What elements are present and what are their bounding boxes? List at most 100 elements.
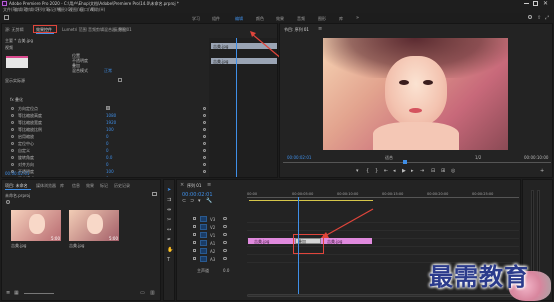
transform-row-value[interactable]: 0 bbox=[106, 141, 109, 146]
stopwatch-icon[interactable] bbox=[11, 156, 14, 159]
track-lock-icon[interactable] bbox=[193, 257, 196, 260]
reset-keyframe-icon[interactable] bbox=[203, 128, 206, 131]
track-target-button[interactable] bbox=[200, 232, 207, 238]
transform-row-value[interactable]: 0 bbox=[106, 162, 109, 167]
tab-effects[interactable]: 效果 bbox=[86, 183, 94, 189]
reset-keyframe-icon[interactable] bbox=[203, 142, 206, 145]
reset-keyframe-icon[interactable] bbox=[203, 149, 206, 152]
zoom-slider[interactable] bbox=[24, 293, 54, 294]
track-mute-icon[interactable] bbox=[223, 241, 227, 244]
tab-lumetri-scopes[interactable]: Lumetri 范围 bbox=[62, 27, 87, 33]
extract-icon[interactable]: ⊞ bbox=[441, 169, 445, 174]
timeline-sequence-tab[interactable]: 序列 01 bbox=[187, 183, 201, 189]
type-tool-icon[interactable]: T bbox=[167, 258, 170, 263]
transform-row-value[interactable]: 1920 bbox=[106, 120, 116, 125]
fullscreen-icon[interactable]: ⤢ bbox=[545, 15, 549, 21]
workspace-learn[interactable]: 学习 bbox=[192, 16, 200, 22]
program-zoom[interactable]: 适合 bbox=[385, 155, 393, 161]
track-target-button[interactable] bbox=[200, 240, 207, 246]
track-mute-icon[interactable] bbox=[223, 249, 227, 252]
step-forward-icon[interactable]: ▸ bbox=[411, 169, 414, 174]
workspace-effects[interactable]: 效果 bbox=[276, 16, 284, 22]
track-lock-icon[interactable] bbox=[193, 225, 196, 228]
timeline-close-icon[interactable]: × bbox=[180, 182, 184, 188]
workspace-editing[interactable]: 编辑 bbox=[235, 16, 243, 22]
reset-keyframe-icon[interactable] bbox=[203, 177, 206, 178]
project-item-2[interactable]: 5:00 bbox=[69, 210, 119, 241]
show-source-checkbox[interactable] bbox=[118, 78, 122, 82]
stopwatch-icon[interactable] bbox=[11, 177, 14, 178]
track-target-button[interactable] bbox=[200, 248, 207, 254]
tab-metadata[interactable]: 元数据 bbox=[114, 27, 126, 33]
new-bin-icon[interactable] bbox=[152, 192, 157, 196]
reset-keyframe-icon[interactable] bbox=[203, 170, 206, 173]
program-monitor-title[interactable]: 节目: 序列 01 bbox=[284, 27, 309, 33]
go-to-in-icon[interactable]: ⇤ bbox=[384, 169, 388, 174]
project-search-icon[interactable] bbox=[6, 200, 10, 204]
transform-row-value[interactable]: 0 bbox=[106, 134, 109, 139]
tab-libraries[interactable]: 库 bbox=[60, 183, 64, 189]
mini-playhead[interactable] bbox=[236, 38, 237, 177]
stopwatch-icon[interactable] bbox=[11, 142, 14, 145]
list-view-icon[interactable]: ≣ bbox=[6, 290, 10, 296]
minimize-icon[interactable] bbox=[524, 3, 529, 4]
stopwatch-icon[interactable] bbox=[11, 114, 14, 117]
program-scrubber[interactable] bbox=[283, 162, 551, 163]
transform-row-value[interactable]: 1080 bbox=[106, 113, 116, 118]
tab-info[interactable]: 信息 bbox=[72, 183, 80, 189]
track-mute-icon[interactable] bbox=[223, 257, 227, 260]
stopwatch-icon[interactable] bbox=[11, 121, 14, 124]
close-icon[interactable]: ✕ bbox=[543, 0, 548, 7]
track-target-button[interactable] bbox=[200, 216, 207, 222]
stopwatch-icon[interactable] bbox=[11, 135, 14, 138]
workspace-menu-icon[interactable]: » bbox=[356, 15, 359, 21]
project-item-1[interactable]: 5:00 bbox=[11, 210, 61, 241]
tab-markers[interactable]: 标记 bbox=[100, 183, 108, 189]
transform-row-value[interactable]: 0.0 bbox=[106, 155, 112, 160]
timeline-clip-left[interactable]: 吉美.jpg bbox=[248, 238, 297, 244]
track-lock-icon[interactable] bbox=[193, 249, 196, 252]
work-area-bar[interactable] bbox=[249, 200, 373, 201]
track-visibility-icon[interactable] bbox=[223, 217, 227, 220]
share-icon[interactable]: ⇧ bbox=[537, 15, 541, 21]
track-visibility-icon[interactable] bbox=[223, 233, 227, 236]
track-visibility-icon[interactable] bbox=[223, 225, 227, 228]
search-icon[interactable] bbox=[528, 15, 532, 19]
track-target-button[interactable] bbox=[200, 256, 207, 262]
mark-in-icon[interactable]: { bbox=[366, 169, 369, 174]
transform-row-value[interactable]: 0 bbox=[106, 176, 109, 177]
workspace-libraries[interactable]: 库 bbox=[339, 16, 343, 22]
play-icon[interactable]: ▶ bbox=[402, 169, 406, 174]
timeline-menu-icon[interactable]: ≡ bbox=[207, 182, 211, 188]
transform-row-value[interactable]: 100 bbox=[106, 127, 114, 132]
workspace-audio[interactable]: 音频 bbox=[297, 16, 305, 22]
trash-icon[interactable]: ▥ bbox=[150, 290, 155, 296]
mark-out-icon[interactable]: } bbox=[375, 169, 378, 174]
timeline-ruler[interactable]: 00:00 00:00:05:00 00:00:10:00 00:00:15:0… bbox=[247, 192, 519, 198]
transform-row-value[interactable]: 100 bbox=[106, 169, 114, 174]
linked-selection-icon[interactable]: ⊃ bbox=[190, 199, 194, 204]
slip-tool-icon[interactable]: ↔ bbox=[167, 228, 171, 233]
tab-history[interactable]: 历史记录 bbox=[114, 183, 130, 189]
tab-media-browser[interactable]: 媒体浏览器 bbox=[36, 183, 56, 189]
ripple-edit-icon[interactable]: ⇹ bbox=[167, 208, 171, 213]
master-value[interactable]: 0.0 bbox=[223, 268, 229, 273]
workspace-graphics[interactable]: 图形 bbox=[318, 16, 326, 22]
reset-keyframe-icon[interactable] bbox=[203, 156, 206, 159]
reset-keyframe-icon[interactable] bbox=[203, 163, 206, 166]
icon-view-icon[interactable]: ▦ bbox=[14, 290, 19, 296]
stopwatch-icon[interactable] bbox=[11, 163, 14, 166]
timeline-settings-icon[interactable]: 🔧 bbox=[206, 199, 212, 204]
stopwatch-icon[interactable] bbox=[11, 149, 14, 152]
timeline-playhead[interactable] bbox=[298, 197, 299, 297]
reset-keyframe-icon[interactable] bbox=[203, 107, 206, 110]
new-item-icon[interactable]: ▭ bbox=[140, 290, 145, 296]
lift-icon[interactable]: ⊟ bbox=[431, 169, 435, 174]
reset-keyframe-icon[interactable] bbox=[203, 114, 206, 117]
reset-keyframe-icon[interactable] bbox=[203, 135, 206, 138]
add-button-icon[interactable]: + bbox=[540, 169, 544, 174]
hand-tool-icon[interactable]: ✋ bbox=[167, 248, 173, 253]
workspace-assembly[interactable]: 组件 bbox=[212, 16, 220, 22]
track-lock-icon[interactable] bbox=[193, 233, 196, 236]
track-lock-icon[interactable] bbox=[193, 217, 196, 220]
